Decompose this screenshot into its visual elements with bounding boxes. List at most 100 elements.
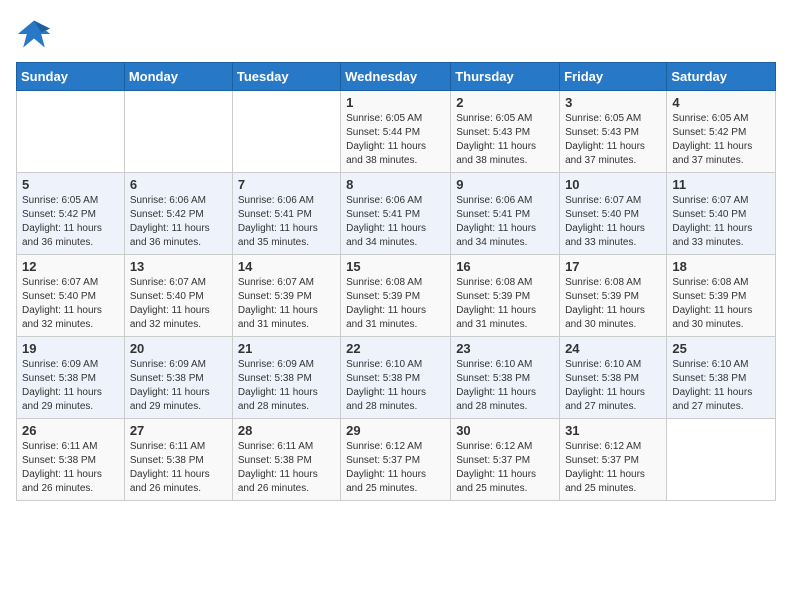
calendar-cell: 26 Sunrise: 6:11 AM Sunset: 5:38 PM Dayli… <box>17 419 125 501</box>
day-info: Sunrise: 6:07 AM Sunset: 5:40 PM Dayligh… <box>22 276 119 332</box>
calendar-cell: 6 Sunrise: 6:06 AM Sunset: 5:42 PM Daylig… <box>124 173 232 255</box>
day-number: 6 <box>130 177 227 192</box>
calendar-cell: 15 Sunrise: 6:08 AM Sunset: 5:39 PM Dayli… <box>341 255 451 337</box>
day-number: 5 <box>22 177 119 192</box>
calendar-cell: 5 Sunrise: 6:05 AM Sunset: 5:42 PM Daylig… <box>17 173 125 255</box>
logo-icon <box>16 16 52 52</box>
day-info: Sunrise: 6:12 AM Sunset: 5:37 PM Dayligh… <box>565 440 661 496</box>
day-number: 12 <box>22 259 119 274</box>
day-number: 31 <box>565 423 661 438</box>
calendar-cell: 9Sunrise: 6:06 AM Sunset: 5:41 PM Daylig… <box>451 173 560 255</box>
calendar-cell: 21 Sunrise: 6:09 AM Sunset: 5:38 PM Dayli… <box>232 337 340 419</box>
day-info: Sunrise: 6:09 AM Sunset: 5:38 PM Dayligh… <box>130 358 227 414</box>
calendar-cell: 25Sunrise: 6:10 AM Sunset: 5:38 PM Dayli… <box>667 337 776 419</box>
day-info: Sunrise: 6:10 AM Sunset: 5:38 PM Dayligh… <box>565 358 661 414</box>
weekday-header: Friday <box>560 63 667 91</box>
day-number: 30 <box>456 423 554 438</box>
calendar-header: SundayMondayTuesdayWednesdayThursdayFrid… <box>17 63 776 91</box>
calendar-cell: 20 Sunrise: 6:09 AM Sunset: 5:38 PM Dayli… <box>124 337 232 419</box>
calendar-cell: 19 Sunrise: 6:09 AM Sunset: 5:38 PM Dayli… <box>17 337 125 419</box>
day-number: 20 <box>130 341 227 356</box>
calendar-week-row: 12 Sunrise: 6:07 AM Sunset: 5:40 PM Dayli… <box>17 255 776 337</box>
day-number: 7 <box>238 177 335 192</box>
page-header <box>16 16 776 52</box>
day-number: 22 <box>346 341 445 356</box>
calendar-cell: 1 Sunrise: 6:05 AM Sunset: 5:44 PM Daylig… <box>341 91 451 173</box>
calendar-cell: 11 Sunrise: 6:07 AM Sunset: 5:40 PM Dayli… <box>667 173 776 255</box>
day-info: Sunrise: 6:05 AM Sunset: 5:43 PM Dayligh… <box>456 112 554 168</box>
day-info: Sunrise: 6:05 AM Sunset: 5:42 PM Dayligh… <box>672 112 770 168</box>
day-info: Sunrise: 6:10 AM Sunset: 5:38 PM Dayligh… <box>456 358 554 414</box>
calendar-cell: 2Sunrise: 6:05 AM Sunset: 5:43 PM Daylig… <box>451 91 560 173</box>
day-number: 1 <box>346 95 445 110</box>
day-number: 15 <box>346 259 445 274</box>
logo <box>16 16 56 52</box>
day-number: 4 <box>672 95 770 110</box>
day-info: Sunrise: 6:08 AM Sunset: 5:39 PM Dayligh… <box>565 276 661 332</box>
day-number: 23 <box>456 341 554 356</box>
day-info: Sunrise: 6:08 AM Sunset: 5:39 PM Dayligh… <box>346 276 445 332</box>
day-number: 11 <box>672 177 770 192</box>
calendar-cell <box>124 91 232 173</box>
weekday-header: Sunday <box>17 63 125 91</box>
calendar-week-row: 19 Sunrise: 6:09 AM Sunset: 5:38 PM Dayli… <box>17 337 776 419</box>
day-number: 19 <box>22 341 119 356</box>
day-info: Sunrise: 6:07 AM Sunset: 5:39 PM Dayligh… <box>238 276 335 332</box>
day-info: Sunrise: 6:06 AM Sunset: 5:42 PM Dayligh… <box>130 194 227 250</box>
calendar-cell: 23 Sunrise: 6:10 AM Sunset: 5:38 PM Dayli… <box>451 337 560 419</box>
day-info: Sunrise: 6:11 AM Sunset: 5:38 PM Dayligh… <box>22 440 119 496</box>
calendar-cell: 18Sunrise: 6:08 AM Sunset: 5:39 PM Dayli… <box>667 255 776 337</box>
day-number: 27 <box>130 423 227 438</box>
day-info: Sunrise: 6:10 AM Sunset: 5:38 PM Dayligh… <box>672 358 770 414</box>
day-info: Sunrise: 6:09 AM Sunset: 5:38 PM Dayligh… <box>22 358 119 414</box>
calendar-cell: 12 Sunrise: 6:07 AM Sunset: 5:40 PM Dayli… <box>17 255 125 337</box>
weekday-header: Tuesday <box>232 63 340 91</box>
day-info: Sunrise: 6:07 AM Sunset: 5:40 PM Dayligh… <box>130 276 227 332</box>
calendar-cell: 22Sunrise: 6:10 AM Sunset: 5:38 PM Dayli… <box>341 337 451 419</box>
calendar-table: SundayMondayTuesdayWednesdayThursdayFrid… <box>16 62 776 501</box>
day-number: 14 <box>238 259 335 274</box>
day-info: Sunrise: 6:12 AM Sunset: 5:37 PM Dayligh… <box>346 440 445 496</box>
day-info: Sunrise: 6:05 AM Sunset: 5:42 PM Dayligh… <box>22 194 119 250</box>
day-number: 16 <box>456 259 554 274</box>
day-info: Sunrise: 6:08 AM Sunset: 5:39 PM Dayligh… <box>456 276 554 332</box>
day-info: Sunrise: 6:11 AM Sunset: 5:38 PM Dayligh… <box>130 440 227 496</box>
calendar-cell: 14 Sunrise: 6:07 AM Sunset: 5:39 PM Dayli… <box>232 255 340 337</box>
day-info: Sunrise: 6:05 AM Sunset: 5:44 PM Dayligh… <box>346 112 445 168</box>
calendar-cell: 16 Sunrise: 6:08 AM Sunset: 5:39 PM Dayli… <box>451 255 560 337</box>
day-number: 28 <box>238 423 335 438</box>
weekday-header-row: SundayMondayTuesdayWednesdayThursdayFrid… <box>17 63 776 91</box>
calendar-cell: 13 Sunrise: 6:07 AM Sunset: 5:40 PM Dayli… <box>124 255 232 337</box>
calendar-cell: 29 Sunrise: 6:12 AM Sunset: 5:37 PM Dayli… <box>341 419 451 501</box>
calendar-cell: 10 Sunrise: 6:07 AM Sunset: 5:40 PM Dayli… <box>560 173 667 255</box>
day-info: Sunrise: 6:07 AM Sunset: 5:40 PM Dayligh… <box>565 194 661 250</box>
calendar-cell: 30 Sunrise: 6:12 AM Sunset: 5:37 PM Dayli… <box>451 419 560 501</box>
calendar-week-row: 26 Sunrise: 6:11 AM Sunset: 5:38 PM Dayli… <box>17 419 776 501</box>
weekday-header: Saturday <box>667 63 776 91</box>
day-info: Sunrise: 6:12 AM Sunset: 5:37 PM Dayligh… <box>456 440 554 496</box>
day-number: 21 <box>238 341 335 356</box>
day-number: 9 <box>456 177 554 192</box>
calendar-cell <box>17 91 125 173</box>
day-number: 29 <box>346 423 445 438</box>
calendar-cell: 24 Sunrise: 6:10 AM Sunset: 5:38 PM Dayli… <box>560 337 667 419</box>
day-info: Sunrise: 6:05 AM Sunset: 5:43 PM Dayligh… <box>565 112 661 168</box>
day-info: Sunrise: 6:06 AM Sunset: 5:41 PM Dayligh… <box>238 194 335 250</box>
weekday-header: Monday <box>124 63 232 91</box>
day-number: 13 <box>130 259 227 274</box>
day-number: 10 <box>565 177 661 192</box>
day-info: Sunrise: 6:08 AM Sunset: 5:39 PM Dayligh… <box>672 276 770 332</box>
day-number: 26 <box>22 423 119 438</box>
day-info: Sunrise: 6:07 AM Sunset: 5:40 PM Dayligh… <box>672 194 770 250</box>
calendar-cell: 8 Sunrise: 6:06 AM Sunset: 5:41 PM Daylig… <box>341 173 451 255</box>
day-number: 8 <box>346 177 445 192</box>
day-number: 24 <box>565 341 661 356</box>
calendar-body: 1 Sunrise: 6:05 AM Sunset: 5:44 PM Daylig… <box>17 91 776 501</box>
calendar-cell <box>667 419 776 501</box>
day-info: Sunrise: 6:09 AM Sunset: 5:38 PM Dayligh… <box>238 358 335 414</box>
day-info: Sunrise: 6:06 AM Sunset: 5:41 PM Dayligh… <box>346 194 445 250</box>
calendar-cell: 28Sunrise: 6:11 AM Sunset: 5:38 PM Dayli… <box>232 419 340 501</box>
calendar-cell: 7 Sunrise: 6:06 AM Sunset: 5:41 PM Daylig… <box>232 173 340 255</box>
calendar-cell: 4 Sunrise: 6:05 AM Sunset: 5:42 PM Daylig… <box>667 91 776 173</box>
weekday-header: Wednesday <box>341 63 451 91</box>
